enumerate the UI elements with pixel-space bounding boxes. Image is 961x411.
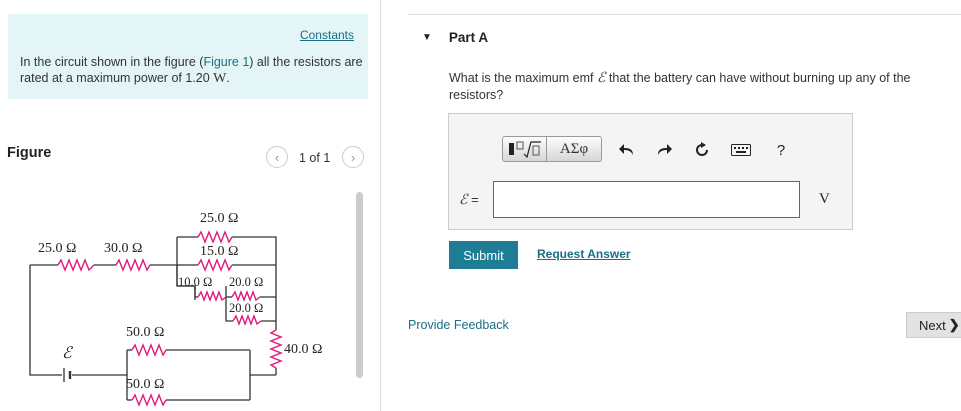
- question-text: What is the maximum emf ℰ that the batte…: [449, 70, 939, 103]
- intro-text-3: .: [226, 71, 230, 85]
- answer-editor: ΑΣφ ? ℰ = V: [448, 113, 853, 230]
- question-part-1: What is the maximum emf: [449, 71, 597, 85]
- resistor-label-15: 15.0 Ω: [200, 244, 238, 259]
- answer-unit: V: [819, 191, 830, 207]
- figure-title: Figure: [7, 145, 52, 161]
- problem-statement: In the circuit shown in the figure (Figu…: [20, 54, 365, 87]
- chevron-left-icon: ‹: [274, 149, 280, 165]
- chevron-right-icon: ❯: [948, 317, 960, 332]
- resistor-label-25a: 25.0 Ω: [38, 241, 76, 256]
- resistor-label-20a: 20.0 Ω: [229, 275, 263, 289]
- figure-next-button[interactable]: ›: [342, 146, 364, 168]
- resistor-label-50a: 50.0 Ω: [126, 325, 164, 340]
- math-toolbar: ΑΣφ: [502, 136, 602, 162]
- intro-unit: W: [213, 71, 227, 86]
- figure-link[interactable]: Figure 1: [203, 55, 249, 69]
- figure-scrollbar[interactable]: [356, 192, 363, 378]
- divider: [408, 14, 961, 15]
- redo-button[interactable]: [654, 140, 674, 160]
- undo-icon: [619, 144, 633, 155]
- emf-label: ℰ: [62, 345, 74, 362]
- reset-icon: [696, 142, 708, 156]
- provide-feedback-link[interactable]: Provide Feedback: [408, 318, 509, 332]
- part-a-header[interactable]: ▼ Part A: [422, 30, 488, 45]
- figure-counter: 1 of 1: [299, 151, 331, 165]
- keyboard-icon: [731, 144, 751, 156]
- request-answer-link[interactable]: Request Answer: [537, 247, 631, 261]
- resistor-label-40: 40.0 Ω: [284, 342, 322, 357]
- submit-button[interactable]: Submit: [449, 241, 518, 269]
- help-button[interactable]: ?: [771, 140, 791, 160]
- answer-equals: =: [467, 192, 479, 207]
- redo-icon: [658, 144, 672, 155]
- resistor-label-10: 10.0 Ω: [178, 275, 212, 289]
- reset-button[interactable]: [692, 140, 712, 160]
- left-panel: Constants In the circuit shown in the fi…: [0, 0, 381, 411]
- chevron-right-icon: ›: [350, 149, 356, 165]
- templates-icon: [508, 141, 541, 158]
- resistor-label-50b: 50.0 Ω: [126, 377, 164, 392]
- answer-input[interactable]: [493, 181, 800, 218]
- answer-label: ℰ =: [459, 192, 479, 209]
- problem-intro-box: Constants In the circuit shown in the fi…: [8, 14, 368, 99]
- resistor-label-20b: 20.0 Ω: [229, 301, 263, 315]
- circuit-diagram: 25.0 Ω 30.0 Ω 25.0 Ω 15.0 Ω 10.0 Ω 20.0 …: [29, 211, 322, 407]
- caret-down-icon: ▼: [422, 32, 432, 43]
- next-button[interactable]: Next ❯: [906, 312, 961, 338]
- constants-link[interactable]: Constants: [300, 28, 354, 42]
- resistor-label-30: 30.0 Ω: [104, 241, 142, 256]
- templates-button[interactable]: [502, 136, 547, 162]
- resistor-zigzag: [57, 258, 95, 272]
- undo-button[interactable]: [617, 140, 637, 160]
- part-title: Part A: [448, 30, 489, 45]
- greek-symbols-button[interactable]: ΑΣφ: [547, 136, 602, 162]
- figure-prev-button[interactable]: ‹: [266, 146, 288, 168]
- resistor-label-25b: 25.0 Ω: [200, 211, 238, 226]
- next-label: Next: [919, 317, 946, 333]
- intro-text-1: In the circuit shown in the figure (: [20, 55, 204, 69]
- keyboard-button[interactable]: [730, 140, 752, 160]
